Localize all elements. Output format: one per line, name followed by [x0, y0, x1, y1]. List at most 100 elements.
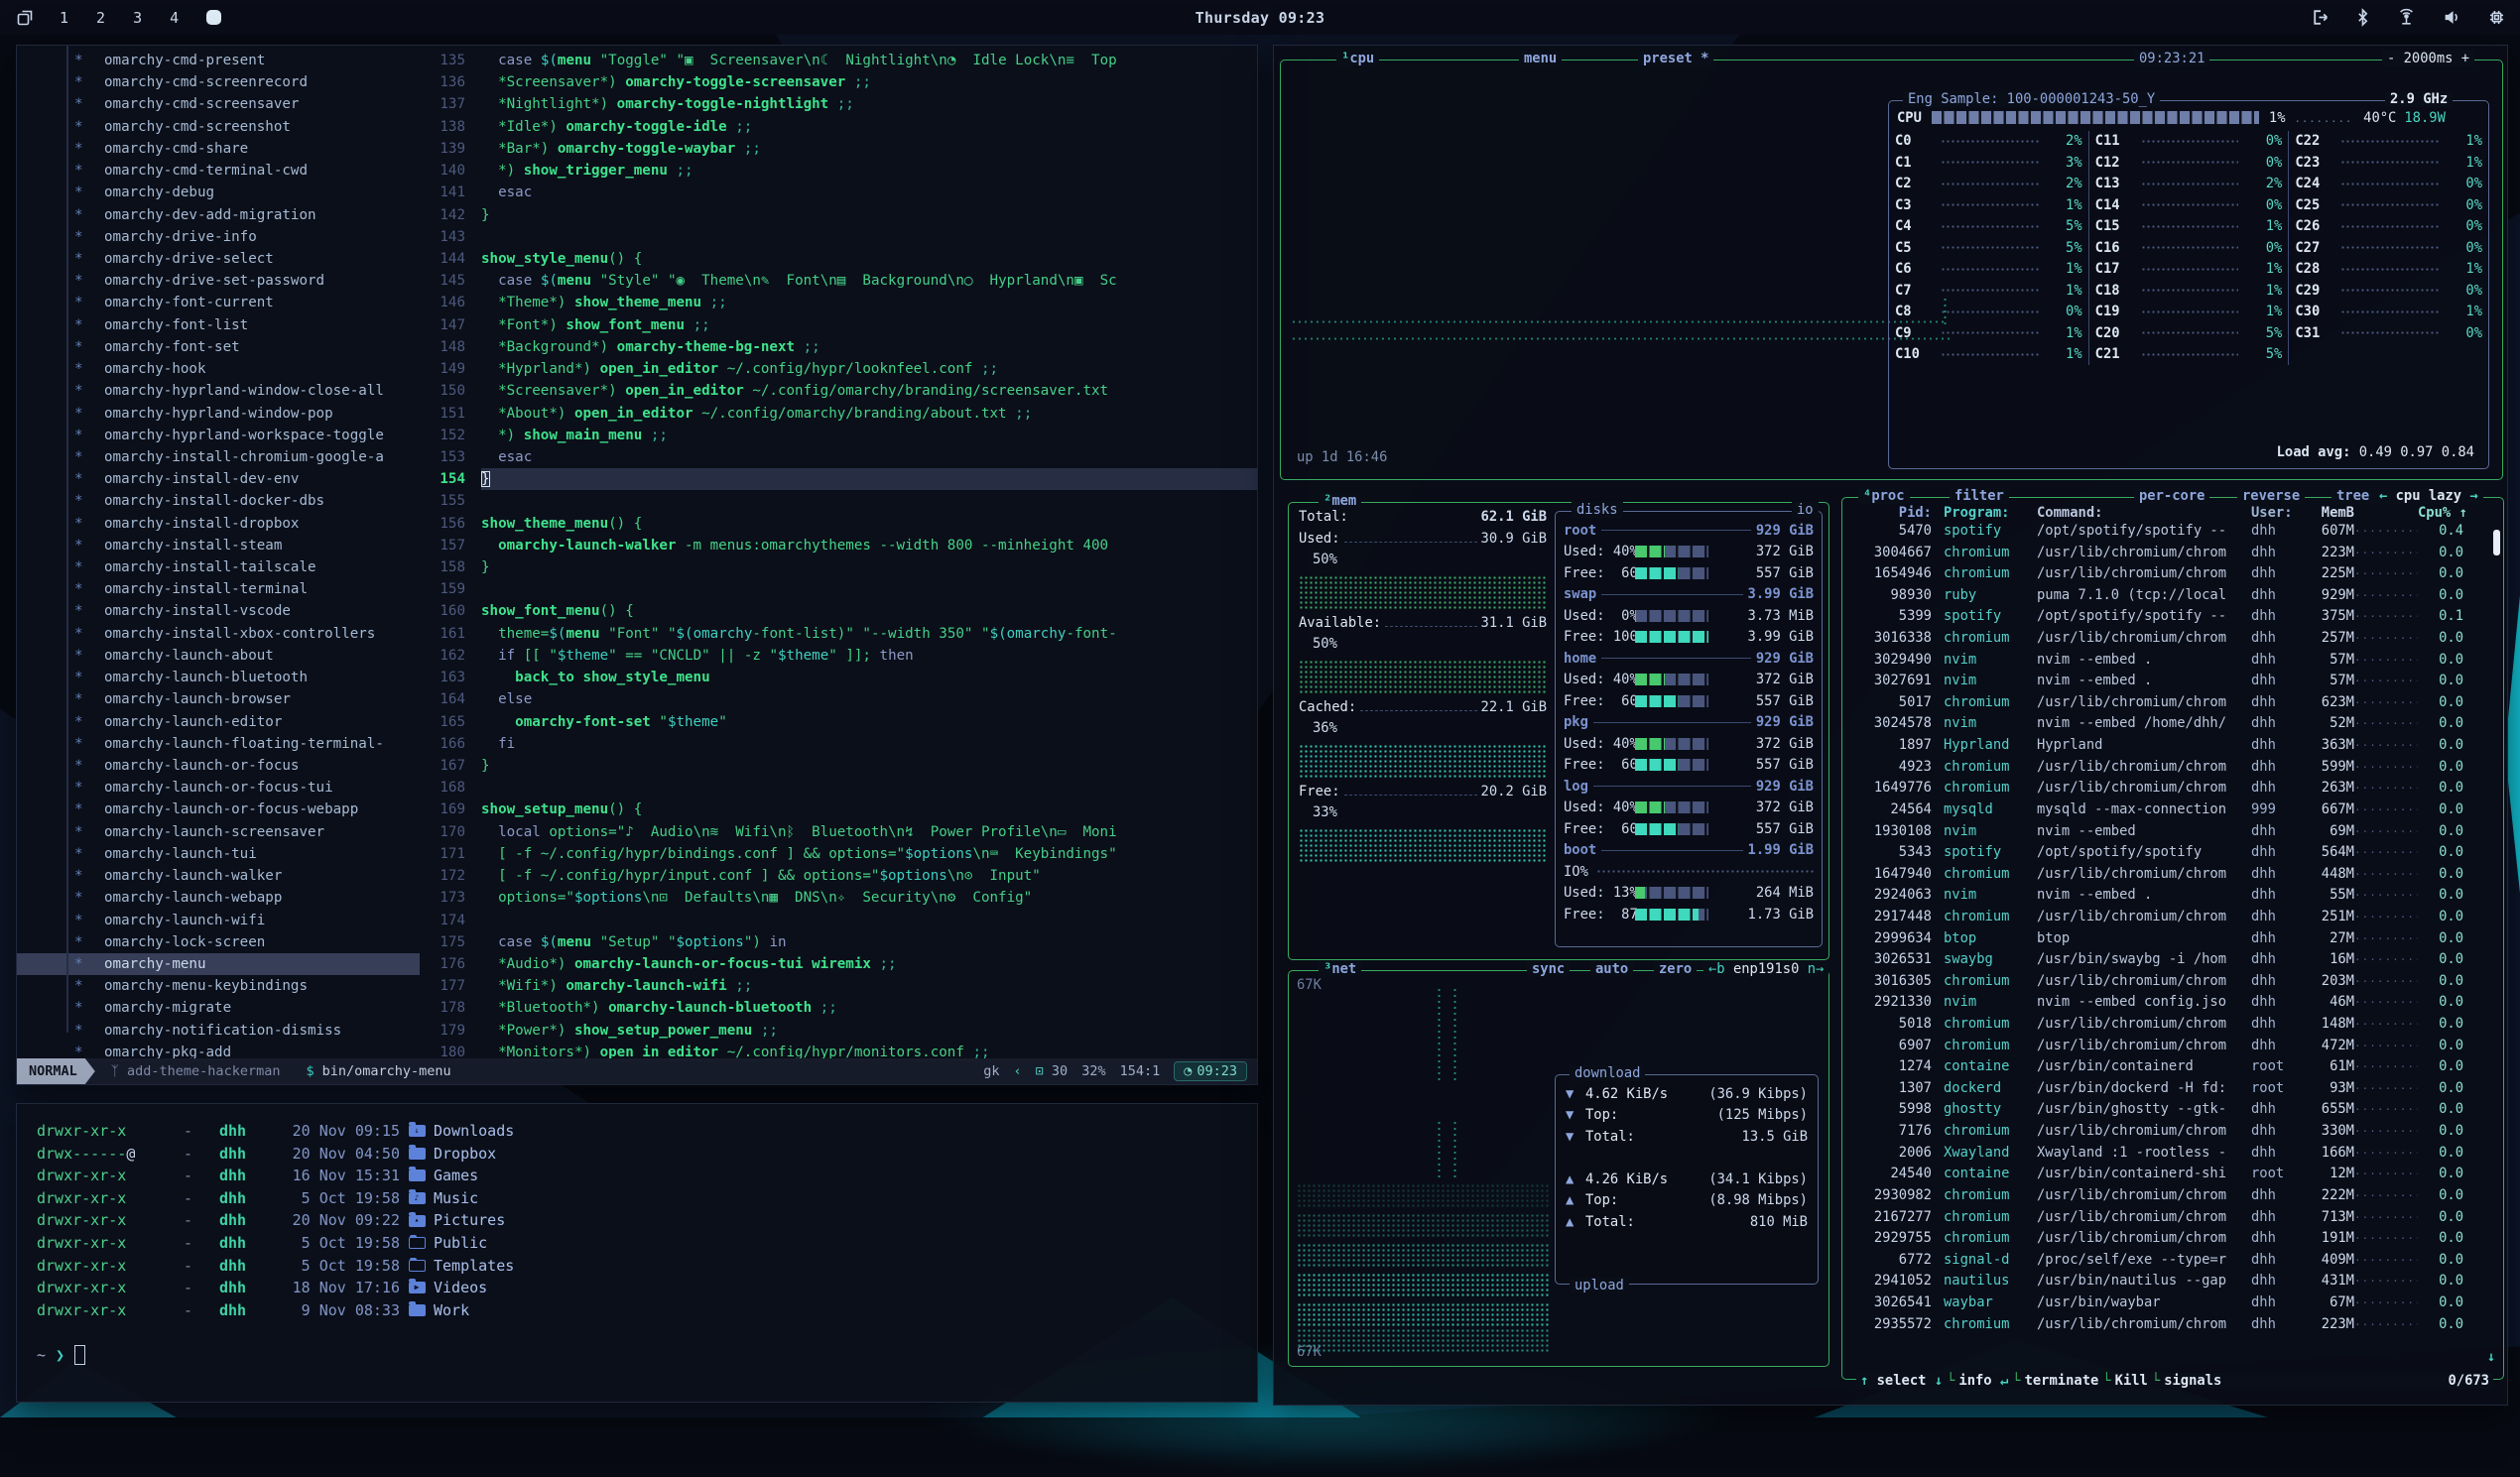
- file-tree-item[interactable]: *omarchy-install-dev-env: [17, 468, 420, 490]
- process-row[interactable]: 5470spotify/opt/spotify/spotify --dhh607…: [1842, 521, 2503, 543]
- process-row[interactable]: 2929755chromium/usr/lib/chromium/chromdh…: [1842, 1228, 2503, 1250]
- process-row[interactable]: 2924063nvimnvim --embed .dhh55M·········…: [1842, 885, 2503, 907]
- file-tree-item[interactable]: *omarchy-launch-wifi: [17, 910, 420, 931]
- file-tree-item[interactable]: *omarchy-menu: [17, 953, 420, 975]
- file-tree-item[interactable]: *omarchy-launch-or-focus-webapp: [17, 799, 420, 820]
- process-row[interactable]: 5998ghostty/usr/bin/ghostty --gtk-dhh655…: [1842, 1099, 2503, 1121]
- process-row[interactable]: 6907chromium/usr/lib/chromium/chromdhh47…: [1842, 1036, 2503, 1057]
- per-core-button[interactable]: per-core: [2134, 488, 2209, 504]
- volume-icon[interactable]: [2443, 8, 2461, 27]
- file-tree-item[interactable]: *omarchy-migrate: [17, 997, 420, 1019]
- select-control[interactable]: ↑ select ↓: [1860, 1373, 1943, 1389]
- process-row[interactable]: 2941052nautilus/usr/bin/nautilus --gapdh…: [1842, 1271, 2503, 1292]
- zero-button[interactable]: zero: [1654, 961, 1697, 977]
- file-tree-item[interactable]: *omarchy-launch-editor: [17, 711, 420, 733]
- process-row[interactable]: 6772signal-d/proc/self/exe --type=rdhh40…: [1842, 1250, 2503, 1272]
- file-tree-item[interactable]: *omarchy-launch-or-focus: [17, 755, 420, 777]
- directory-name[interactable]: Templates: [434, 1255, 514, 1278]
- file-tree-item[interactable]: *omarchy-font-list: [17, 314, 420, 336]
- file-tree-item[interactable]: *omarchy-dev-add-migration: [17, 204, 420, 226]
- file-tree-item[interactable]: *omarchy-cmd-share: [17, 138, 420, 160]
- file-tree-item[interactable]: *omarchy-notification-dismiss: [17, 1020, 420, 1042]
- file-tree-item[interactable]: *omarchy-cmd-terminal-cwd: [17, 160, 420, 182]
- process-row[interactable]: 2167277chromium/usr/lib/chromium/chromdh…: [1842, 1207, 2503, 1229]
- file-tree-item[interactable]: *omarchy-launch-about: [17, 645, 420, 667]
- io-tab[interactable]: io: [1792, 502, 1819, 518]
- file-tree-item[interactable]: *omarchy-launch-screensaver: [17, 821, 420, 843]
- directory-name[interactable]: Games: [434, 1165, 478, 1187]
- process-row[interactable]: 5017chromium/usr/lib/chromium/chromdhh62…: [1842, 692, 2503, 714]
- process-row[interactable]: 3026531swaybg/usr/bin/swaybg -i /homdhh1…: [1842, 949, 2503, 971]
- process-row[interactable]: 3026541waybar/usr/bin/waybardhh67M······…: [1842, 1292, 2503, 1314]
- logout-icon[interactable]: [2311, 8, 2330, 27]
- process-row[interactable]: 5343spotify/opt/spotify/spotifydhh564M··…: [1842, 842, 2503, 864]
- process-row[interactable]: 5399spotify/opt/spotify/spotify --dhh375…: [1842, 606, 2503, 628]
- file-tree-item[interactable]: *omarchy-hyprland-window-close-all: [17, 380, 420, 402]
- process-row[interactable]: 3024578nvimnvim --embed /home/dhh/dhh52M…: [1842, 713, 2503, 735]
- file-tree-item[interactable]: *omarchy-menu-keybindings: [17, 975, 420, 997]
- file-tree-item[interactable]: *omarchy-install-chromium-google-a: [17, 446, 420, 468]
- file-tree-item[interactable]: *omarchy-font-current: [17, 292, 420, 313]
- terminate-button[interactable]: terminate: [2025, 1373, 2099, 1389]
- process-row[interactable]: 4923chromium/usr/lib/chromium/chromdhh59…: [1842, 757, 2503, 779]
- directory-name[interactable]: Public: [434, 1232, 487, 1255]
- file-tree-item[interactable]: *omarchy-cmd-screensaver: [17, 93, 420, 115]
- file-tree-item[interactable]: *omarchy-install-tailscale: [17, 556, 420, 578]
- file-tree-item[interactable]: *omarchy-launch-tui: [17, 843, 420, 865]
- file-tree-item[interactable]: *omarchy-install-terminal: [17, 578, 420, 600]
- file-tree-item[interactable]: *omarchy-debug: [17, 182, 420, 203]
- file-tree-item[interactable]: *omarchy-install-steam: [17, 535, 420, 556]
- file-tree-item[interactable]: *omarchy-drive-set-password: [17, 270, 420, 292]
- shell-prompt[interactable]: ~ ❯: [37, 1345, 1257, 1365]
- info-button[interactable]: info ↵: [1958, 1373, 2008, 1389]
- network-icon[interactable]: [2396, 8, 2417, 27]
- file-tree-item[interactable]: *omarchy-font-set: [17, 336, 420, 358]
- file-tree-item[interactable]: *omarchy-install-xbox-controllers: [17, 623, 420, 645]
- sync-button[interactable]: sync: [1527, 961, 1570, 977]
- process-row[interactable]: 2006XwaylandXwayland :1 -rootless -dhh16…: [1842, 1143, 2503, 1165]
- scroll-down-icon[interactable]: ↓: [2487, 1349, 2495, 1365]
- file-tree-item[interactable]: *omarchy-launch-floating-terminal-: [17, 733, 420, 755]
- process-row[interactable]: 1897HyprlandHyprlanddhh363M·········0.0: [1842, 735, 2503, 757]
- directory-name[interactable]: Pictures: [434, 1209, 505, 1232]
- process-row[interactable]: 24564mysqldmysqld --max-connection999667…: [1842, 800, 2503, 821]
- preset-button[interactable]: preset *: [1638, 51, 1713, 66]
- file-tree-item[interactable]: *omarchy-launch-or-focus-tui: [17, 777, 420, 799]
- file-tree-item[interactable]: *omarchy-cmd-screenshot: [17, 116, 420, 138]
- process-row[interactable]: 1647940chromium/usr/lib/chromium/chromdh…: [1842, 864, 2503, 886]
- file-tree-item[interactable]: *omarchy-cmd-present: [17, 50, 420, 71]
- directory-name[interactable]: Work: [434, 1299, 469, 1322]
- reverse-button[interactable]: reverse: [2237, 488, 2305, 504]
- filter-button[interactable]: filter: [1950, 488, 2009, 504]
- file-tree-item[interactable]: *omarchy-lock-screen: [17, 931, 420, 953]
- interface-switcher[interactable]: ←b enp191s0 n→: [1703, 961, 1828, 977]
- process-row[interactable]: 2930982chromium/usr/lib/chromium/chromdh…: [1842, 1185, 2503, 1207]
- directory-name[interactable]: Dropbox: [434, 1143, 496, 1166]
- file-tree-item[interactable]: *omarchy-hook: [17, 358, 420, 380]
- process-row[interactable]: 24540containe/usr/bin/containerd-shiroot…: [1842, 1164, 2503, 1185]
- directory-name[interactable]: Music: [434, 1187, 478, 1210]
- directory-name[interactable]: Downloads: [434, 1120, 514, 1143]
- process-row[interactable]: 3016305chromium/usr/lib/chromium/chromdh…: [1842, 971, 2503, 993]
- file-tree-item[interactable]: *omarchy-cmd-screenrecord: [17, 71, 420, 93]
- file-tree-item[interactable]: *omarchy-hyprland-workspace-toggle: [17, 425, 420, 446]
- file-tree-item[interactable]: *omarchy-pkg-add: [17, 1042, 420, 1058]
- process-row[interactable]: 1930108nvimnvim --embeddhh69M·········0.…: [1842, 821, 2503, 843]
- file-tree-item[interactable]: *omarchy-install-docker-dbs: [17, 490, 420, 512]
- proc-scrollbar[interactable]: [2493, 530, 2500, 555]
- process-row[interactable]: 3029490nvimnvim --embed .dhh57M·········…: [1842, 650, 2503, 672]
- process-row[interactable]: 2999634btopbtopdhh27M·········0.0: [1842, 928, 2503, 950]
- bluetooth-icon[interactable]: [2355, 8, 2370, 27]
- process-row[interactable]: 1274containe/usr/bin/containerdroot61M··…: [1842, 1056, 2503, 1078]
- file-tree-item[interactable]: *omarchy-hyprland-window-pop: [17, 403, 420, 425]
- file-tree-item[interactable]: *omarchy-drive-select: [17, 248, 420, 270]
- file-tree-item[interactable]: *omarchy-launch-webapp: [17, 887, 420, 909]
- tree-button[interactable]: tree: [2331, 488, 2374, 504]
- directory-name[interactable]: Videos: [434, 1277, 487, 1299]
- file-tree-item[interactable]: *omarchy-install-vscode: [17, 600, 420, 622]
- process-row[interactable]: 2935572chromium/usr/lib/chromium/chromdh…: [1842, 1314, 2503, 1336]
- process-row[interactable]: 98930rubypuma 7.1.0 (tcp://localdhh929M·…: [1842, 585, 2503, 607]
- auto-button[interactable]: auto: [1590, 961, 1633, 977]
- menu-button[interactable]: menu: [1519, 51, 1562, 66]
- interval-control[interactable]: - 2000ms +: [2382, 51, 2474, 66]
